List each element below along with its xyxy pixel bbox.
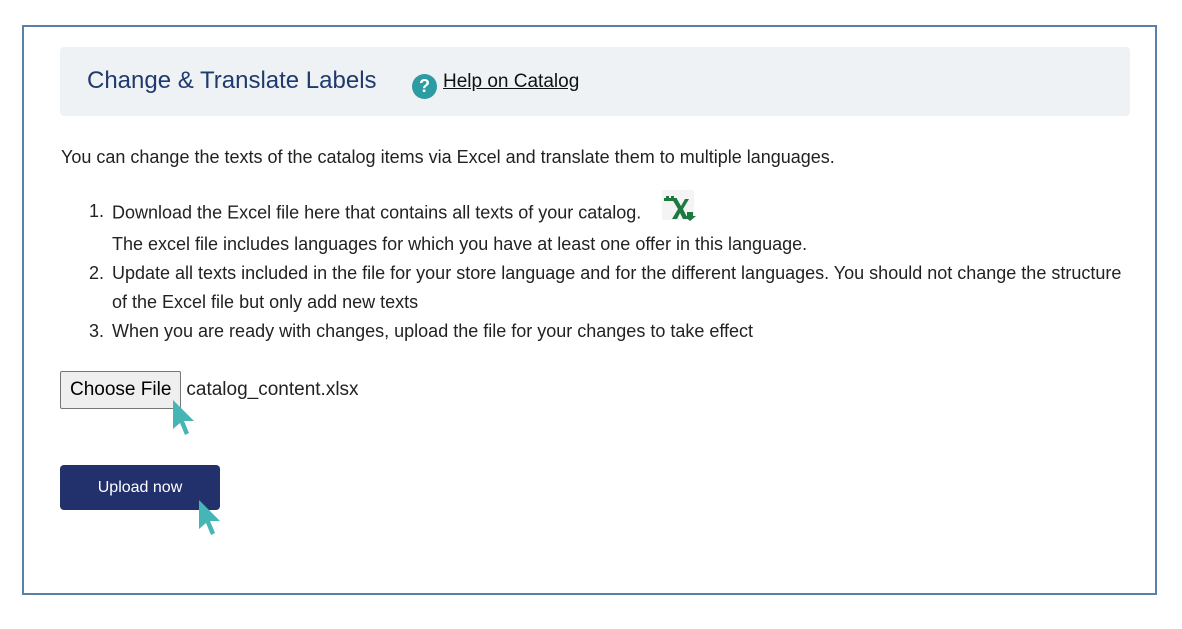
question-circle-icon[interactable]: ?	[412, 74, 437, 99]
steps-list: 1. Download the Excel file here that con…	[78, 190, 1138, 346]
step-number: 3.	[89, 321, 105, 341]
pointer-cursor-icon	[173, 400, 194, 435]
intro-text: You can change the texts of the catalog …	[61, 147, 835, 167]
step-text: When you are ready with changes, upload …	[112, 321, 754, 341]
file-input: Choose File catalog_content.xlsx	[60, 371, 359, 409]
list-item: 1. Download the Excel file here that con…	[78, 190, 1138, 259]
list-item: 3. When you are ready with changes, uplo…	[78, 317, 1138, 346]
choose-file-button[interactable]: Choose File	[60, 371, 182, 409]
step-text: Download the Excel file here that contai…	[112, 202, 642, 223]
help-on-catalog-link[interactable]: Help on Catalog	[443, 71, 579, 93]
step-number: 2.	[89, 263, 105, 283]
step-number: 1.	[89, 201, 105, 221]
excel-download-icon[interactable]	[660, 189, 698, 230]
selected-file-name: catalog_content.xlsx	[186, 379, 359, 400]
pointer-cursor-icon	[199, 500, 220, 535]
step-text: Update all texts included in the file fo…	[112, 263, 1122, 312]
section-header: Change & Translate Labels ? Help on Cata…	[60, 47, 1130, 116]
list-item: 2. Update all texts included in the file…	[78, 259, 1138, 317]
step-note: The excel file includes languages for wh…	[112, 234, 808, 254]
page-title: Change & Translate Labels	[87, 67, 377, 94]
